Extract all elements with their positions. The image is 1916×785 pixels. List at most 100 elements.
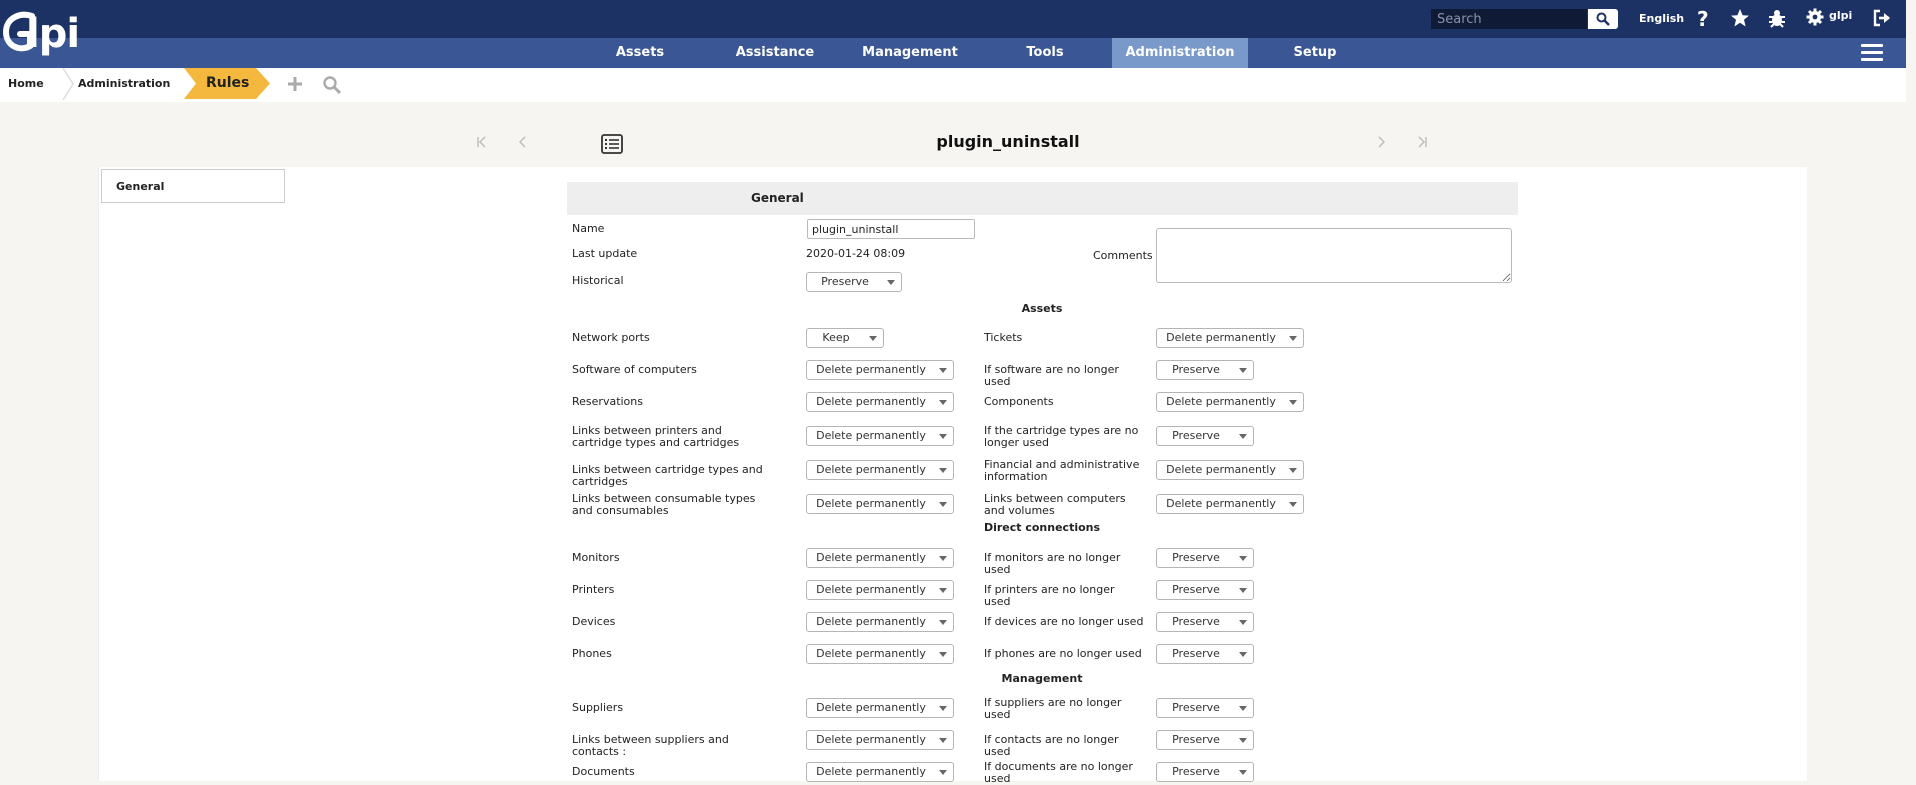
user-name-link[interactable]: glpi xyxy=(1829,9,1852,22)
bug-icon[interactable] xyxy=(1768,8,1790,30)
help-icon[interactable]: ? xyxy=(1694,8,1716,30)
option-label: Network ports xyxy=(572,331,650,344)
breadcrumb-rules[interactable]: Rules xyxy=(184,68,270,99)
option-select[interactable]: Delete permanently xyxy=(806,612,954,632)
add-icon[interactable] xyxy=(286,75,304,93)
language-link[interactable]: English xyxy=(1639,12,1684,25)
option-select[interactable]: Delete permanently xyxy=(806,548,954,568)
option-select[interactable]: Preserve xyxy=(1156,360,1254,380)
menu-setup[interactable]: Setup xyxy=(1280,38,1350,68)
option-select-value: Delete permanently xyxy=(1166,463,1276,476)
menu-management[interactable]: Management xyxy=(855,38,965,68)
svg-text:?: ? xyxy=(1697,8,1709,30)
option-select[interactable]: Preserve xyxy=(1156,698,1254,718)
option-select[interactable]: Delete permanently xyxy=(806,762,954,782)
menu-tools[interactable]: Tools xyxy=(1010,38,1080,68)
option-select-value: Delete permanently xyxy=(1166,395,1276,408)
option-select[interactable]: Preserve xyxy=(1156,580,1254,600)
chevron-down-icon xyxy=(939,434,947,439)
search-icon[interactable] xyxy=(322,75,342,95)
historical-select[interactable]: Preserve xyxy=(806,272,902,292)
menu-administration[interactable]: Administration xyxy=(1112,38,1248,68)
breadcrumb-rules-label: Rules xyxy=(206,75,250,91)
option-select[interactable]: Delete permanently xyxy=(806,698,954,718)
option-label: Monitors xyxy=(572,551,620,564)
name-field[interactable] xyxy=(807,219,975,239)
option-select[interactable]: Delete permanently xyxy=(806,580,954,600)
option-select[interactable]: Delete permanently xyxy=(1156,460,1304,480)
previous-item-icon[interactable] xyxy=(518,135,528,149)
option-label: If devices are no longer used xyxy=(984,615,1144,628)
option-label: If monitors are no longer used xyxy=(984,551,1121,576)
form-header: General xyxy=(567,182,1518,215)
option-select[interactable]: Preserve xyxy=(1156,762,1254,782)
gear-icon[interactable] xyxy=(1806,8,1828,30)
option-label: Printers xyxy=(572,583,615,596)
option-label: Links between computers and volumes xyxy=(984,492,1126,517)
next-item-icon[interactable] xyxy=(1376,135,1386,149)
option-select-value: Delete permanently xyxy=(816,429,926,442)
breadcrumb-administration[interactable]: Administration xyxy=(78,68,170,100)
section-management: Management xyxy=(1001,672,1083,685)
chevron-down-icon xyxy=(939,738,947,743)
breadcrumb-home[interactable]: Home xyxy=(8,68,44,100)
option-select[interactable]: Preserve xyxy=(1156,548,1254,568)
comments-field[interactable] xyxy=(1156,228,1512,283)
option-select[interactable]: Preserve xyxy=(1156,730,1254,750)
option-select[interactable]: Preserve xyxy=(1156,426,1254,446)
last-update-value: 2020-01-24 08:09 xyxy=(806,247,906,260)
option-select-value: Preserve xyxy=(1172,583,1220,596)
option-label: If suppliers are no longer used xyxy=(984,696,1122,721)
tab-general[interactable]: General xyxy=(101,169,285,203)
option-label: Software of computers xyxy=(572,363,697,376)
comments-label: Comments xyxy=(1093,249,1153,262)
option-label: Links between consumable types and consu… xyxy=(572,492,756,517)
option-select-value: Delete permanently xyxy=(816,363,926,376)
star-icon[interactable] xyxy=(1730,8,1752,30)
form-header-title: General xyxy=(751,191,804,205)
option-select[interactable]: Delete permanently xyxy=(806,644,954,664)
option-select[interactable]: Delete permanently xyxy=(1156,328,1304,348)
option-select-value: Delete permanently xyxy=(816,701,926,714)
option-label: Phones xyxy=(572,647,612,660)
option-select[interactable]: Keep xyxy=(806,328,884,348)
search-input[interactable] xyxy=(1431,9,1587,29)
chevron-down-icon xyxy=(1289,400,1297,405)
option-label: Links between suppliers and contacts : xyxy=(572,733,729,758)
menu-assistance[interactable]: Assistance xyxy=(728,38,822,68)
chevron-down-icon xyxy=(887,280,895,285)
menu-assets[interactable]: Assets xyxy=(600,38,680,68)
option-select[interactable]: Delete permanently xyxy=(806,460,954,480)
option-select[interactable]: Delete permanently xyxy=(1156,494,1304,514)
logo-text: lpi xyxy=(26,11,80,57)
logout-icon[interactable] xyxy=(1872,8,1894,30)
option-select[interactable]: Delete permanently xyxy=(806,392,954,412)
list-icon[interactable] xyxy=(601,134,623,154)
option-label: Suppliers xyxy=(572,701,624,714)
chevron-down-icon xyxy=(1289,336,1297,341)
option-select[interactable]: Delete permanently xyxy=(806,426,954,446)
chevron-down-icon xyxy=(1289,502,1297,507)
option-select-value: Preserve xyxy=(1172,429,1220,442)
last-update-label: Last update xyxy=(572,247,638,260)
hamburger-icon[interactable] xyxy=(1861,44,1883,62)
option-select[interactable]: Delete permanently xyxy=(1156,392,1304,412)
first-item-icon[interactable] xyxy=(476,135,488,149)
option-select[interactable]: Delete permanently xyxy=(806,730,954,750)
option-select[interactable]: Delete permanently xyxy=(806,360,954,380)
chevron-down-icon xyxy=(939,770,947,775)
glpi-logo[interactable]: lpi xyxy=(2,6,98,62)
chevron-down-icon xyxy=(1239,556,1247,561)
option-select[interactable]: Preserve xyxy=(1156,644,1254,664)
option-select[interactable]: Preserve xyxy=(1156,612,1254,632)
search-button[interactable] xyxy=(1588,9,1618,29)
chevron-down-icon xyxy=(939,620,947,625)
option-label: If software are no longer used xyxy=(984,363,1119,388)
option-label: If contacts are no longer used xyxy=(984,733,1119,758)
last-item-icon[interactable] xyxy=(1416,135,1428,149)
option-select-value: Delete permanently xyxy=(1166,497,1276,510)
chevron-down-icon xyxy=(1239,706,1247,711)
option-label: Links between printers and cartridge typ… xyxy=(572,424,740,449)
option-select[interactable]: Delete permanently xyxy=(806,494,954,514)
option-select-value: Keep xyxy=(822,331,850,344)
